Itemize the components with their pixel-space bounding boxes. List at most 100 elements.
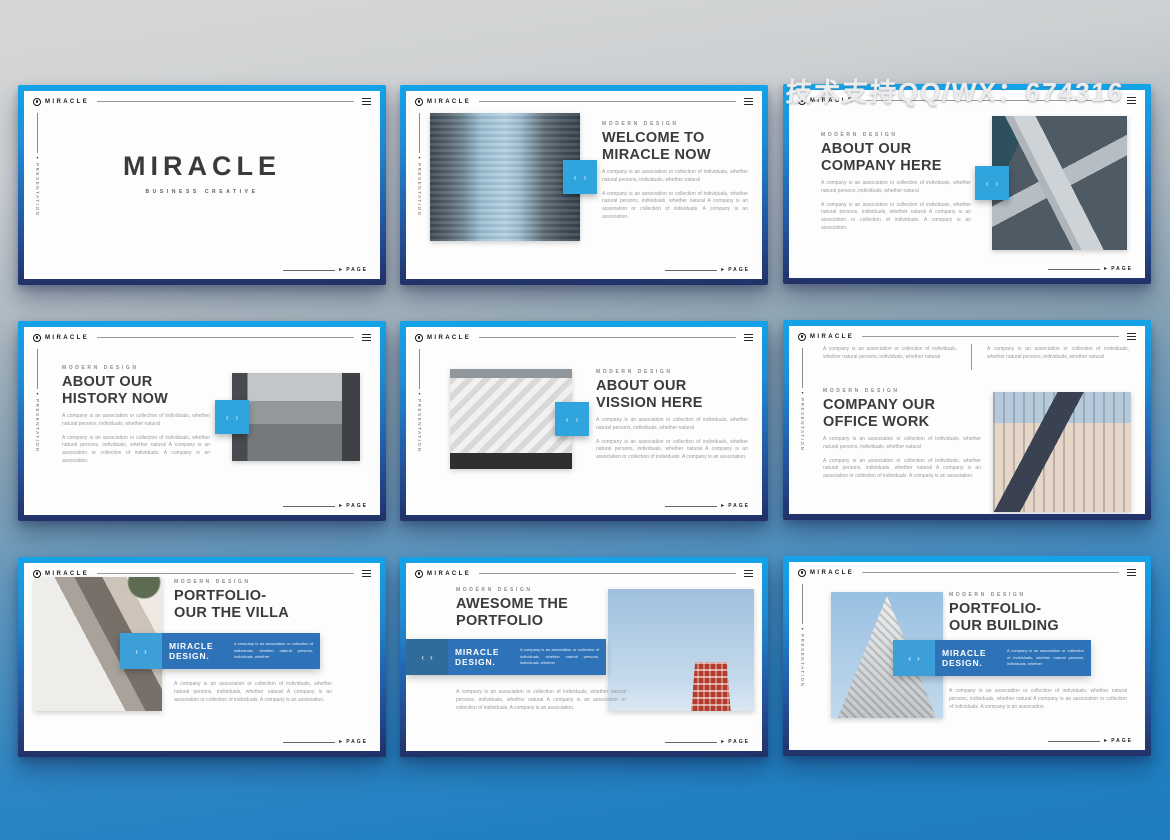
slide-photo-red-building	[608, 589, 754, 711]
menu-icon[interactable]	[362, 98, 371, 105]
side-marker: ▾ PRESENTATION	[417, 349, 422, 453]
page-footer: ▸ PAGE	[665, 739, 750, 745]
carousel-nav[interactable]: ‹ ›	[120, 633, 162, 669]
slide-canvas: MIRACLE ▾ PRESENTATION A company is an a…	[789, 326, 1145, 514]
side-label: PRESENTATION	[800, 398, 805, 452]
brand-name: MIRACLE	[427, 335, 471, 341]
kicker-label: MODERN DESIGN	[174, 579, 374, 585]
brand-name: MIRACLE	[45, 571, 89, 577]
prev-arrow-icon[interactable]: ‹	[566, 415, 569, 424]
page-footer: ▸ PAGE	[1048, 738, 1133, 744]
kicker-label: MODERN DESIGN	[949, 592, 1137, 598]
text-block: MODERN DESIGN ABOUT OURCOMPANY HERE A co…	[821, 132, 971, 233]
banner-title: MIRACLE DESIGN.	[942, 648, 1000, 668]
slide-photo-office-building	[993, 392, 1131, 512]
cover-subtitle: BUSINESS CREATIVE	[24, 189, 380, 195]
menu-icon[interactable]	[1127, 569, 1136, 576]
side-label: PRESENTATION	[417, 163, 422, 217]
slide-title: WELCOME TOMIRACLE NOW	[602, 130, 748, 163]
header-divider	[862, 336, 1119, 337]
next-arrow-icon[interactable]: ›	[576, 415, 579, 424]
side-marker: ▾ PRESENTATION	[35, 113, 40, 217]
carousel-nav[interactable]: ‹ ›	[406, 639, 448, 675]
page-label: PAGE	[728, 267, 750, 273]
slide-thumbnail-history[interactable]: MIRACLE ▾ PRESENTATION ‹ › MODERN DESIGN…	[18, 321, 386, 521]
body-paragraph: A company is an association or collectio…	[823, 436, 981, 452]
menu-icon[interactable]	[744, 334, 753, 341]
header-divider	[97, 573, 354, 574]
side-marker: ▾ PRESENTATION	[800, 348, 805, 452]
prev-arrow-icon[interactable]: ‹	[421, 653, 424, 662]
page-footer: ▸ PAGE	[283, 739, 368, 745]
cover-block: MIRACLE BUSINESS CREATIVE	[24, 151, 380, 195]
prev-arrow-icon[interactable]: ‹	[135, 647, 138, 656]
body-paragraph: A company is an association or collectio…	[596, 439, 748, 462]
body-block: A company is an association or collectio…	[174, 681, 332, 704]
slide-thumbnail-welcome[interactable]: MIRACLE ▾ PRESENTATION ‹ › MODERN DESIGN…	[400, 85, 768, 285]
page-footer: ▸ PAGE	[665, 267, 750, 273]
page-label: PAGE	[346, 267, 368, 273]
brand-name: MIRACLE	[427, 571, 471, 577]
text-block: MODERN DESIGN PORTFOLIO-OUR BUILDING	[949, 592, 1137, 634]
slide-header: MIRACLE	[415, 96, 753, 107]
brand-logo-icon	[798, 569, 806, 577]
body-paragraph: A company is an association or collectio…	[823, 346, 957, 362]
carousel-nav[interactable]: ‹ ›	[215, 400, 249, 434]
side-label: PRESENTATION	[35, 163, 40, 217]
side-label: PRESENTATION	[417, 399, 422, 453]
slide-title: PORTFOLIO-OUR THE VILLA	[174, 588, 374, 621]
body-block: A company is an association or collectio…	[949, 688, 1127, 711]
next-arrow-icon[interactable]: ›	[584, 173, 587, 182]
carousel-nav[interactable]: ‹ ›	[975, 166, 1009, 200]
slide-thumbnail-villa[interactable]: MIRACLE MODERN DESIGN PORTFOLIO-OUR THE …	[18, 557, 386, 757]
slide-canvas: MIRACLE ▾ PRESENTATION MODERN DESIGN POR…	[789, 562, 1145, 750]
slide-title: COMPANY OUROFFICE WORK	[823, 397, 981, 430]
menu-icon[interactable]	[744, 570, 753, 577]
next-arrow-icon[interactable]: ›	[430, 653, 433, 662]
slide-thumbnail-office[interactable]: MIRACLE ▾ PRESENTATION A company is an a…	[783, 320, 1151, 520]
carousel-nav[interactable]: ‹ ›	[893, 640, 935, 676]
banner-body: MIRACLE DESIGN. A company is an associat…	[935, 640, 1091, 676]
side-label: PRESENTATION	[800, 634, 805, 688]
slide-thumbnail-building[interactable]: MIRACLE ▾ PRESENTATION MODERN DESIGN POR…	[783, 556, 1151, 756]
menu-icon[interactable]	[1127, 333, 1136, 340]
slide-thumbnail-vission[interactable]: MIRACLE ▾ PRESENTATION ‹ › MODERN DESIGN…	[400, 321, 768, 521]
body-paragraph: A company is an association or collectio…	[174, 681, 332, 704]
slide-thumbnail-portfolio[interactable]: MIRACLE MODERN DESIGN AWESOME THEPORTFOL…	[400, 557, 768, 757]
next-arrow-icon[interactable]: ›	[917, 654, 920, 663]
next-arrow-icon[interactable]: ›	[144, 647, 147, 656]
page-label: PAGE	[346, 739, 368, 745]
header-divider	[479, 101, 736, 102]
prev-arrow-icon[interactable]: ‹	[986, 179, 989, 188]
slide-title: ABOUT OURCOMPANY HERE	[821, 141, 971, 174]
brand-name: MIRACLE	[45, 99, 89, 105]
slide-header: MIRACLE	[798, 567, 1136, 578]
kicker-label: MODERN DESIGN	[602, 121, 748, 127]
slide-title: ABOUT OURHISTORY NOW	[62, 374, 210, 407]
carousel-nav[interactable]: ‹ ›	[555, 402, 589, 436]
banner-text: A company is an association or collectio…	[520, 647, 599, 666]
body-block: A company is an association or collectio…	[456, 689, 626, 712]
text-block: MODERN DESIGN WELCOME TOMIRACLE NOW A co…	[602, 121, 748, 222]
prev-arrow-icon[interactable]: ‹	[226, 413, 229, 422]
slide-thumbnail-cover[interactable]: MIRACLE ▾ PRESENTATION MIRACLE BUSINESS …	[18, 85, 386, 285]
carousel-nav[interactable]: ‹ ›	[563, 160, 597, 194]
banner-body: MIRACLE DESIGN. A company is an associat…	[162, 633, 320, 669]
prev-arrow-icon[interactable]: ‹	[908, 654, 911, 663]
slide-header: MIRACLE	[415, 332, 753, 343]
next-arrow-icon[interactable]: ›	[236, 413, 239, 422]
brand-name: MIRACLE	[427, 99, 471, 105]
slide-thumbnail-company[interactable]: MIRACLE ‹ › MODERN DESIGN ABOUT OURCOMPA…	[783, 84, 1151, 284]
brand-name: MIRACLE	[810, 570, 854, 576]
side-label: PRESENTATION	[35, 399, 40, 453]
slide-canvas: MIRACLE ▾ PRESENTATION MIRACLE BUSINESS …	[24, 91, 380, 279]
header-divider	[97, 101, 354, 102]
menu-icon[interactable]	[744, 98, 753, 105]
slide-header: MIRACLE	[33, 96, 371, 107]
prev-arrow-icon[interactable]: ‹	[574, 173, 577, 182]
next-arrow-icon[interactable]: ›	[996, 179, 999, 188]
page-label: PAGE	[1111, 266, 1133, 272]
brand-name: MIRACLE	[45, 335, 89, 341]
menu-icon[interactable]	[362, 570, 371, 577]
menu-icon[interactable]	[362, 334, 371, 341]
